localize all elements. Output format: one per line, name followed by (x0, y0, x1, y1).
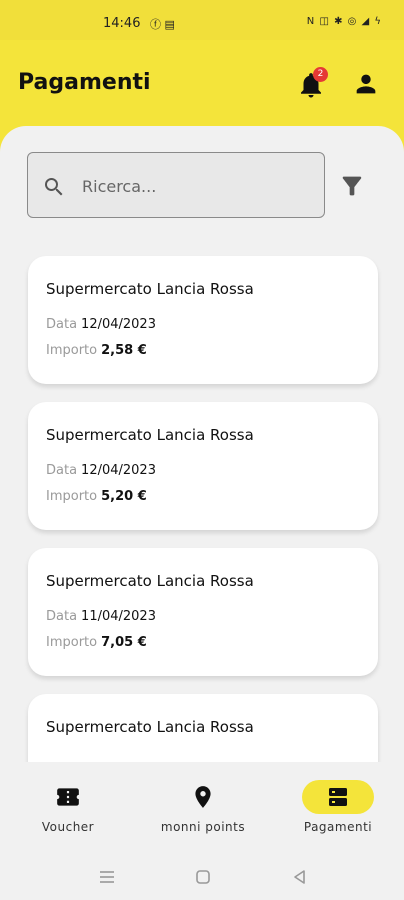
amount-row: Importo 7,05 € (46, 635, 147, 650)
date-value: 11/04/2023 (81, 609, 156, 624)
nav-voucher-label: Voucher (41, 820, 95, 834)
status-notification-icons: ⓕ ▤ (150, 18, 175, 31)
merchant-name: Supermercato Lancia Rossa (46, 718, 254, 736)
payments-list-icon (329, 788, 347, 806)
nav-points-icon-wrap (167, 780, 239, 814)
payment-card[interactable]: Supermercato Lancia Rossa Data 12/04/2023… (28, 402, 378, 530)
amount-row: Importo 2,58 € (46, 343, 147, 358)
nav-monni-points[interactable]: monni points (150, 780, 256, 834)
amount-label: Importo (46, 635, 98, 650)
back-icon[interactable] (291, 868, 309, 886)
status-system-icons: N ◫ ✱ ◎ ◢ ϟ (306, 16, 382, 27)
status-bar: 14:46 ⓕ ▤ N ◫ ✱ ◎ ◢ ϟ (0, 0, 404, 40)
notification-badge: 2 (313, 67, 328, 82)
nav-points-label: monni points (160, 820, 246, 834)
status-time: 14:46 (103, 16, 141, 31)
date-label: Data (46, 463, 78, 478)
page-title: Pagamenti (18, 70, 151, 95)
person-icon (356, 74, 376, 94)
bottom-navigation: Voucher monni points Pagamenti (0, 762, 404, 854)
search-field[interactable] (27, 152, 325, 218)
nav-voucher-icon-wrap (32, 780, 104, 814)
profile-button[interactable] (352, 70, 380, 98)
system-navigation-bar (0, 854, 404, 900)
date-value: 12/04/2023 (81, 463, 156, 478)
amount-value: 7,05 € (101, 635, 147, 650)
ticket-icon (57, 788, 79, 806)
nav-voucher[interactable]: Voucher (32, 780, 104, 834)
merchant-name: Supermercato Lancia Rossa (46, 572, 254, 590)
payment-card[interactable]: Supermercato Lancia Rossa Data 11/04/2023… (28, 548, 378, 676)
amount-label: Importo (46, 343, 98, 358)
date-row: Data 11/04/2023 (46, 609, 156, 624)
location-pin-icon (195, 786, 211, 808)
filter-icon[interactable] (338, 172, 366, 200)
amount-value: 2,58 € (101, 343, 147, 358)
date-label: Data (46, 609, 78, 624)
notifications-button[interactable]: 2 (296, 67, 328, 100)
merchant-name: Supermercato Lancia Rossa (46, 426, 254, 444)
search-icon (45, 178, 63, 196)
amount-label: Importo (46, 489, 98, 504)
amount-row: Importo 5,20 € (46, 489, 147, 504)
search-input[interactable] (82, 171, 312, 201)
nav-pagamenti-label: Pagamenti (303, 820, 373, 834)
payment-card[interactable]: Supermercato Lancia Rossa (28, 694, 378, 762)
payment-card[interactable]: Supermercato Lancia Rossa Data 12/04/2023… (28, 256, 378, 384)
nav-pagamenti[interactable]: Pagamenti (298, 780, 378, 834)
nav-pagamenti-icon-wrap (302, 780, 374, 814)
merchant-name: Supermercato Lancia Rossa (46, 280, 254, 298)
recent-apps-icon[interactable] (98, 868, 116, 886)
content-sheet: Supermercato Lancia Rossa Data12/04/2023… (0, 126, 404, 762)
date-row: Data 12/04/2023 (46, 317, 156, 332)
date-value: 12/04/2023 (81, 317, 156, 332)
amount-value: 5,20 € (101, 489, 147, 504)
date-label: Data (46, 317, 78, 332)
date-row: Data 12/04/2023 (46, 463, 156, 478)
home-icon[interactable] (194, 868, 212, 886)
